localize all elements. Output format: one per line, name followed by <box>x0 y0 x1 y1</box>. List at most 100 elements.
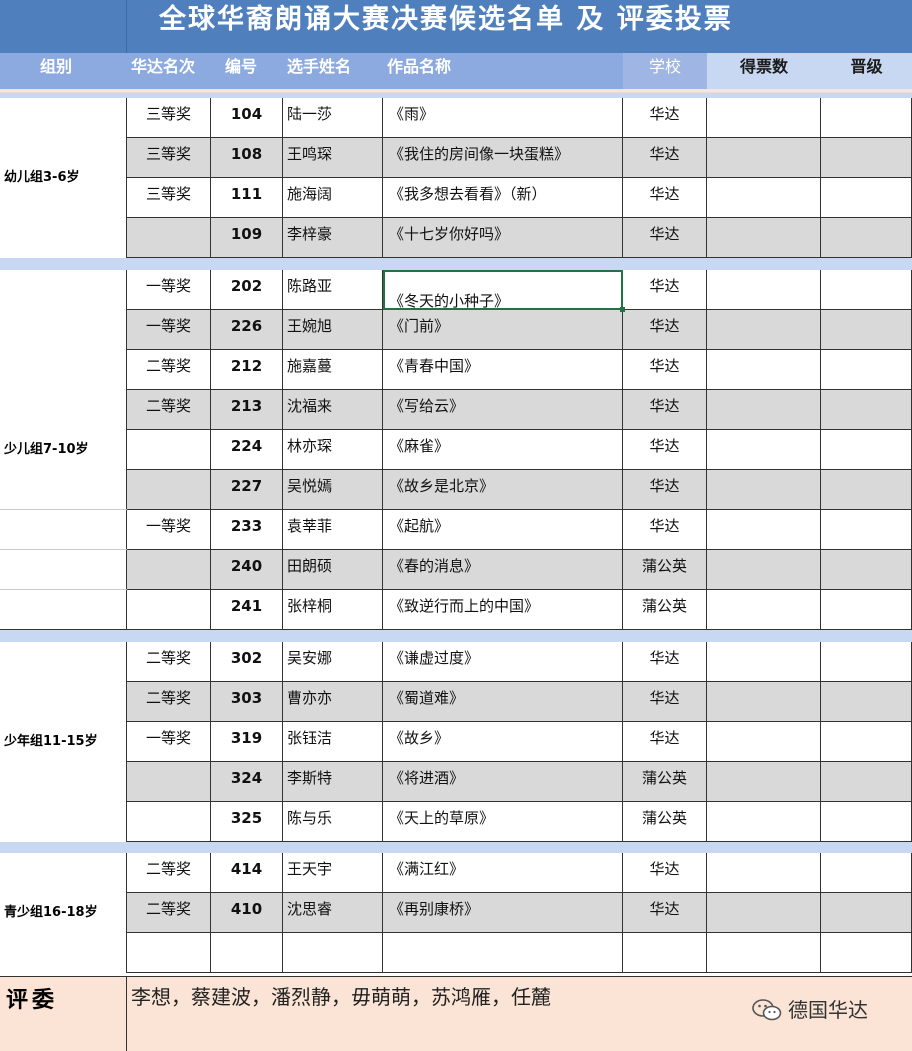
work-cell[interactable]: 《再别康桥》 <box>383 893 623 933</box>
votes-cell[interactable] <box>707 762 821 802</box>
name-cell[interactable]: 曹亦亦 <box>283 682 383 722</box>
number-cell[interactable]: 303 <box>211 682 283 722</box>
name-cell[interactable]: 吴悦嫣 <box>283 470 383 510</box>
votes-cell[interactable] <box>707 310 821 350</box>
school-cell[interactable]: 华达 <box>623 510 707 550</box>
school-cell[interactable]: 华达 <box>623 682 707 722</box>
award-cell[interactable] <box>127 218 211 258</box>
number-cell[interactable]: 319 <box>211 722 283 762</box>
header-advance[interactable]: 晋级 <box>821 53 912 89</box>
number-cell[interactable]: 414 <box>211 853 283 893</box>
award-cell[interactable]: 一等奖 <box>127 270 211 310</box>
school-cell[interactable]: 华达 <box>623 98 707 138</box>
school-cell[interactable]: 华达 <box>623 218 707 258</box>
award-cell[interactable] <box>127 802 211 842</box>
school-cell[interactable]: 华达 <box>623 853 707 893</box>
selected-work-cell[interactable]: 《冬天的小种子》 <box>383 270 623 310</box>
advance-cell[interactable] <box>821 853 912 893</box>
number-cell[interactable]: 410 <box>211 893 283 933</box>
number-cell[interactable]: 240 <box>211 550 283 590</box>
school-cell[interactable] <box>623 933 707 973</box>
group-cell[interactable]: 少儿组7-10岁 <box>0 270 127 630</box>
number-cell[interactable]: 108 <box>211 138 283 178</box>
number-cell[interactable]: 241 <box>211 590 283 630</box>
school-cell[interactable]: 华达 <box>623 390 707 430</box>
award-cell[interactable]: 二等奖 <box>127 390 211 430</box>
award-cell[interactable]: 二等奖 <box>127 642 211 682</box>
work-cell[interactable]: 《十七岁你好吗》 <box>383 218 623 258</box>
award-cell[interactable] <box>127 550 211 590</box>
group-cell[interactable]: 幼儿组3-6岁 <box>0 98 127 258</box>
name-cell[interactable]: 李梓豪 <box>283 218 383 258</box>
advance-cell[interactable] <box>821 138 912 178</box>
name-cell[interactable]: 王天宇 <box>283 853 383 893</box>
number-cell[interactable]: 226 <box>211 310 283 350</box>
name-cell[interactable]: 张钰洁 <box>283 722 383 762</box>
name-cell[interactable] <box>283 933 383 973</box>
advance-cell[interactable] <box>821 762 912 802</box>
votes-cell[interactable] <box>707 390 821 430</box>
award-cell[interactable]: 三等奖 <box>127 138 211 178</box>
name-cell[interactable]: 王鸣琛 <box>283 138 383 178</box>
work-cell[interactable]: 《故乡》 <box>383 722 623 762</box>
name-cell[interactable]: 张梓桐 <box>283 590 383 630</box>
work-cell[interactable]: 《写给云》 <box>383 390 623 430</box>
work-cell[interactable]: 《春的消息》 <box>383 550 623 590</box>
award-cell[interactable] <box>127 470 211 510</box>
votes-cell[interactable] <box>707 550 821 590</box>
work-cell[interactable]: 《满江红》 <box>383 853 623 893</box>
work-cell[interactable]: 《门前》 <box>383 310 623 350</box>
advance-cell[interactable] <box>821 893 912 933</box>
name-cell[interactable]: 陈与乐 <box>283 802 383 842</box>
votes-cell[interactable] <box>707 933 821 973</box>
number-cell[interactable]: 302 <box>211 642 283 682</box>
work-cell[interactable]: 《蜀道难》 <box>383 682 623 722</box>
number-cell[interactable]: 202 <box>211 270 283 310</box>
name-cell[interactable]: 王婉旭 <box>283 310 383 350</box>
header-award[interactable]: 华达名次 <box>127 53 211 89</box>
school-cell[interactable]: 蒲公英 <box>623 590 707 630</box>
number-cell[interactable]: 233 <box>211 510 283 550</box>
award-cell[interactable]: 二等奖 <box>127 682 211 722</box>
votes-cell[interactable] <box>707 682 821 722</box>
header-school[interactable]: 学校 <box>623 53 707 89</box>
work-cell[interactable]: 《我多想去看看》（新） <box>383 178 623 218</box>
name-cell[interactable]: 吴安娜 <box>283 642 383 682</box>
advance-cell[interactable] <box>821 270 912 310</box>
votes-cell[interactable] <box>707 470 821 510</box>
award-cell[interactable] <box>127 933 211 973</box>
advance-cell[interactable] <box>821 430 912 470</box>
award-cell[interactable] <box>127 590 211 630</box>
award-cell[interactable] <box>127 762 211 802</box>
header-work[interactable]: 作品名称 <box>383 53 623 89</box>
name-cell[interactable]: 沈思睿 <box>283 893 383 933</box>
award-cell[interactable]: 二等奖 <box>127 853 211 893</box>
header-group[interactable]: 组别 <box>0 53 127 89</box>
number-cell[interactable]: 212 <box>211 350 283 390</box>
school-cell[interactable]: 华达 <box>623 430 707 470</box>
school-cell[interactable]: 华达 <box>623 722 707 762</box>
name-cell[interactable]: 沈福来 <box>283 390 383 430</box>
school-cell[interactable]: 蒲公英 <box>623 802 707 842</box>
advance-cell[interactable] <box>821 98 912 138</box>
votes-cell[interactable] <box>707 802 821 842</box>
advance-cell[interactable] <box>821 682 912 722</box>
header-number[interactable]: 编号 <box>211 53 283 89</box>
award-cell[interactable]: 一等奖 <box>127 510 211 550</box>
number-cell[interactable]: 109 <box>211 218 283 258</box>
votes-cell[interactable] <box>707 853 821 893</box>
advance-cell[interactable] <box>821 218 912 258</box>
school-cell[interactable]: 华达 <box>623 350 707 390</box>
advance-cell[interactable] <box>821 802 912 842</box>
number-cell[interactable]: 213 <box>211 390 283 430</box>
school-cell[interactable]: 华达 <box>623 270 707 310</box>
number-cell[interactable]: 111 <box>211 178 283 218</box>
award-cell[interactable]: 一等奖 <box>127 722 211 762</box>
advance-cell[interactable] <box>821 933 912 973</box>
advance-cell[interactable] <box>821 550 912 590</box>
name-cell[interactable]: 陆一莎 <box>283 98 383 138</box>
work-cell[interactable]: 《起航》 <box>383 510 623 550</box>
name-cell[interactable]: 施海阔 <box>283 178 383 218</box>
name-cell[interactable]: 袁莘菲 <box>283 510 383 550</box>
advance-cell[interactable] <box>821 722 912 762</box>
